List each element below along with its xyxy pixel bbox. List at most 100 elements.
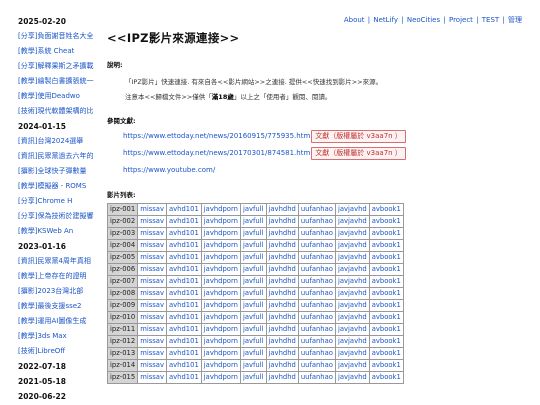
- sidebar-post-link[interactable]: [技術]現代軟體架構的比: [18, 104, 100, 119]
- nav-link[interactable]: 管理: [508, 16, 522, 24]
- site-link-cell[interactable]: avbook1: [368, 263, 404, 276]
- sidebar-post-link[interactable]: [資訊]民眾黨過去六年的: [18, 149, 100, 164]
- sidebar-post-link[interactable]: [攝影]2023台灣北部: [18, 284, 100, 299]
- site-link-cell[interactable]: missav: [137, 359, 167, 372]
- site-link-cell[interactable]: missav: [137, 311, 167, 324]
- site-link-cell[interactable]: avhd101: [165, 371, 202, 384]
- sidebar-post-link[interactable]: [分享]解釋果斯之矛擴載: [18, 59, 100, 74]
- site-link-cell[interactable]: missav: [137, 323, 167, 336]
- site-link-cell[interactable]: javhdhd: [265, 347, 299, 360]
- sidebar-post-link[interactable]: [分享]保為技術於建擬響: [18, 209, 100, 224]
- site-link-cell[interactable]: javhdporn: [200, 275, 241, 288]
- site-link-cell[interactable]: avhd101: [165, 335, 202, 348]
- site-link-cell[interactable]: uufanhao: [297, 323, 336, 336]
- site-link-cell[interactable]: javjavhd: [334, 227, 370, 240]
- site-link-cell[interactable]: javjavhd: [334, 287, 370, 300]
- site-link-cell[interactable]: avbook1: [368, 287, 404, 300]
- site-link-cell[interactable]: uufanhao: [297, 347, 336, 360]
- site-link-cell[interactable]: avhd101: [165, 311, 202, 324]
- site-link-cell[interactable]: uufanhao: [297, 215, 336, 228]
- nav-link[interactable]: About: [344, 16, 365, 24]
- sidebar-post-link[interactable]: [教學]系統 Cheat: [18, 44, 100, 59]
- site-link-cell[interactable]: javhdhd: [265, 371, 299, 384]
- site-link-cell[interactable]: javhdhd: [265, 263, 299, 276]
- sidebar-post-link[interactable]: [技術]LibreOff: [18, 344, 100, 359]
- site-link-cell[interactable]: uufanhao: [297, 227, 336, 240]
- site-link-cell[interactable]: uufanhao: [297, 275, 336, 288]
- site-link-cell[interactable]: javjavhd: [334, 275, 370, 288]
- site-link-cell[interactable]: avhd101: [165, 203, 202, 216]
- site-link-cell[interactable]: javhdporn: [200, 347, 241, 360]
- site-link-cell[interactable]: javjavhd: [334, 299, 370, 312]
- site-link-cell[interactable]: uufanhao: [297, 299, 336, 312]
- sidebar-post-link[interactable]: [攝影]全球快子彈數量: [18, 164, 100, 179]
- site-link-cell[interactable]: javfull: [239, 251, 267, 264]
- site-link-cell[interactable]: javhdhd: [265, 251, 299, 264]
- reference-badge[interactable]: 文獻（版權屬於 v3aa7n ）: [311, 130, 406, 143]
- site-link-cell[interactable]: uufanhao: [297, 263, 336, 276]
- site-link-cell[interactable]: missav: [137, 203, 167, 216]
- sidebar-post-link[interactable]: [教學]上帝存在的證明: [18, 269, 100, 284]
- site-link-cell[interactable]: javhdhd: [265, 287, 299, 300]
- site-link-cell[interactable]: javfull: [239, 311, 267, 324]
- site-link-cell[interactable]: javfull: [239, 263, 267, 276]
- nav-link[interactable]: Project: [449, 16, 473, 24]
- sidebar-post-link[interactable]: [教學]3ds Max: [18, 329, 100, 344]
- sidebar-post-link[interactable]: [教學]KSWeb An: [18, 224, 100, 239]
- site-link-cell[interactable]: avbook1: [368, 371, 404, 384]
- site-link-cell[interactable]: missav: [137, 275, 167, 288]
- site-link-cell[interactable]: javhdporn: [200, 203, 241, 216]
- site-link-cell[interactable]: javhdporn: [200, 359, 241, 372]
- site-link-cell[interactable]: javhdporn: [200, 287, 241, 300]
- site-link-cell[interactable]: avbook1: [368, 323, 404, 336]
- site-link-cell[interactable]: javfull: [239, 275, 267, 288]
- site-link-cell[interactable]: uufanhao: [297, 287, 336, 300]
- site-link-cell[interactable]: javfull: [239, 299, 267, 312]
- site-link-cell[interactable]: uufanhao: [297, 359, 336, 372]
- site-link-cell[interactable]: avbook1: [368, 299, 404, 312]
- site-link-cell[interactable]: javhdporn: [200, 239, 241, 252]
- nav-link[interactable]: NeoCities: [407, 16, 440, 24]
- site-link-cell[interactable]: javfull: [239, 347, 267, 360]
- reference-link[interactable]: https://www.ettoday.net/news/20160915/77…: [123, 132, 310, 140]
- reference-link[interactable]: https://www.youtube.com/: [123, 166, 215, 174]
- site-link-cell[interactable]: javhdporn: [200, 263, 241, 276]
- site-link-cell[interactable]: avbook1: [368, 239, 404, 252]
- site-link-cell[interactable]: avbook1: [368, 227, 404, 240]
- site-link-cell[interactable]: javjavhd: [334, 335, 370, 348]
- site-link-cell[interactable]: missav: [137, 347, 167, 360]
- site-link-cell[interactable]: avbook1: [368, 347, 404, 360]
- sidebar-post-link[interactable]: [教學]使用Deadwo: [18, 89, 100, 104]
- site-link-cell[interactable]: javhdporn: [200, 299, 241, 312]
- sidebar-post-link[interactable]: [分享]負面謝音姓名大全: [18, 29, 100, 44]
- site-link-cell[interactable]: javjavhd: [334, 311, 370, 324]
- site-link-cell[interactable]: uufanhao: [297, 335, 336, 348]
- site-link-cell[interactable]: javhdhd: [265, 335, 299, 348]
- site-link-cell[interactable]: avhd101: [165, 323, 202, 336]
- site-link-cell[interactable]: avhd101: [165, 347, 202, 360]
- site-link-cell[interactable]: missav: [137, 227, 167, 240]
- site-link-cell[interactable]: javhdhd: [265, 227, 299, 240]
- sidebar-post-link[interactable]: [教學]模擬器 - ROMS: [18, 179, 100, 194]
- site-link-cell[interactable]: javhdporn: [200, 227, 241, 240]
- site-link-cell[interactable]: javhdporn: [200, 215, 241, 228]
- site-link-cell[interactable]: javjavhd: [334, 239, 370, 252]
- site-link-cell[interactable]: javhdporn: [200, 335, 241, 348]
- site-link-cell[interactable]: avbook1: [368, 335, 404, 348]
- site-link-cell[interactable]: javjavhd: [334, 203, 370, 216]
- site-link-cell[interactable]: uufanhao: [297, 371, 336, 384]
- site-link-cell[interactable]: avhd101: [165, 359, 202, 372]
- site-link-cell[interactable]: javjavhd: [334, 323, 370, 336]
- site-link-cell[interactable]: avbook1: [368, 359, 404, 372]
- site-link-cell[interactable]: javjavhd: [334, 263, 370, 276]
- site-link-cell[interactable]: javfull: [239, 287, 267, 300]
- site-link-cell[interactable]: missav: [137, 299, 167, 312]
- site-link-cell[interactable]: javhdhd: [265, 299, 299, 312]
- site-link-cell[interactable]: missav: [137, 287, 167, 300]
- site-link-cell[interactable]: avbook1: [368, 203, 404, 216]
- site-link-cell[interactable]: missav: [137, 335, 167, 348]
- site-link-cell[interactable]: javfull: [239, 335, 267, 348]
- site-link-cell[interactable]: javfull: [239, 323, 267, 336]
- site-link-cell[interactable]: missav: [137, 239, 167, 252]
- site-link-cell[interactable]: avbook1: [368, 251, 404, 264]
